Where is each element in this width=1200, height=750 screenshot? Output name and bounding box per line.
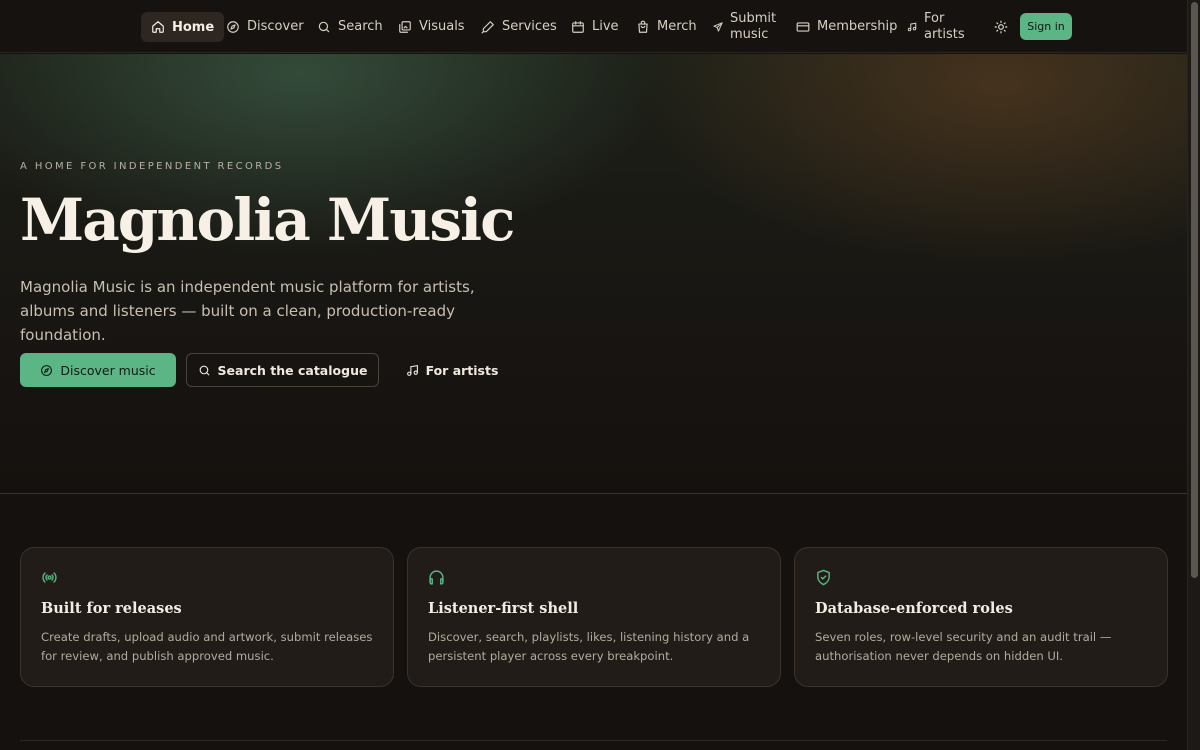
for-artists-button[interactable]: For artists — [402, 353, 502, 387]
headphones-icon — [429, 570, 444, 585]
feature-card-title: Listener-first shell — [428, 600, 579, 617]
discover-music-label: Discover music — [60, 362, 156, 378]
theme-toggle-button[interactable] — [992, 18, 1010, 36]
scrollbar-thumb[interactable] — [1191, 2, 1198, 578]
nav-visuals-label: Visuals — [419, 19, 465, 34]
nav-discover-label: Discover — [247, 19, 304, 34]
nav-for-artists[interactable]: For artists — [907, 0, 965, 53]
nav-merch[interactable]: Merch — [636, 0, 697, 53]
nav-membership-label: Membership — [817, 19, 898, 34]
feature-card-title: Database-enforced roles — [815, 600, 1013, 617]
discover-music-button[interactable]: Discover music — [20, 353, 176, 387]
feature-card-listener: Listener-first shell Discover, search, p… — [407, 547, 781, 687]
bag-icon — [638, 20, 648, 33]
nav-search[interactable]: Search — [317, 0, 383, 53]
feature-card-title: Built for releases — [41, 600, 182, 617]
nav-home[interactable]: Home — [141, 12, 225, 42]
nav-live-label: Live — [592, 19, 619, 34]
nav-membership[interactable]: Membership — [796, 0, 897, 53]
compass-icon — [227, 20, 239, 33]
images-icon — [399, 20, 411, 33]
feature-card-text: Discover, search, playlists, likes, list… — [428, 630, 750, 663]
broadcast-icon — [42, 572, 57, 583]
nav-search-label: Search — [338, 19, 383, 34]
nav-submit-music[interactable]: Submit music — [713, 0, 776, 53]
shield-check-icon — [817, 569, 830, 586]
sign-in-button[interactable]: Sign in — [1020, 13, 1072, 40]
hero-lead: Magnolia Music is an independent music p… — [20, 278, 475, 344]
nav-live[interactable]: Live — [571, 0, 619, 53]
page-scrollbar[interactable] — [1187, 0, 1200, 750]
sun-icon — [994, 20, 1008, 34]
feature-card-text: Seven roles, row-level security and an a… — [815, 630, 1112, 663]
music-note-icon — [406, 364, 418, 376]
nav-visuals[interactable]: Visuals — [398, 0, 465, 53]
hero-section: A HOME FOR INDEPENDENT RECORDS Magnolia … — [0, 54, 1187, 494]
nav-services-label: Services — [502, 19, 557, 34]
search-icon — [199, 365, 209, 375]
nav-submit-music-label: Submit music — [730, 10, 777, 42]
search-catalogue-button[interactable]: Search the catalogue — [186, 353, 379, 387]
nav-merch-label: Merch — [657, 19, 697, 34]
for-artists-label: For artists — [425, 362, 499, 378]
compass-icon — [41, 364, 53, 376]
send-icon — [713, 21, 723, 32]
top-navigation: Home Discover Search Visuals Services Li… — [0, 0, 1187, 53]
feature-card-releases: Built for releases Create drafts, upload… — [20, 547, 394, 687]
hero-eyebrow: A HOME FOR INDEPENDENT RECORDS — [20, 161, 284, 172]
nav-home-label: Home — [172, 19, 215, 35]
card-icon — [796, 21, 810, 32]
nav-discover[interactable]: Discover — [226, 0, 304, 53]
feature-card-text: Create drafts, upload audio and artwork,… — [41, 630, 373, 663]
search-catalogue-label: Search the catalogue — [217, 362, 368, 378]
page-title: Magnolia Music — [20, 186, 515, 254]
home-icon — [152, 21, 164, 33]
section-divider — [20, 740, 1167, 741]
nav-services[interactable]: Services — [481, 0, 557, 53]
music-note-icon — [907, 22, 917, 31]
calendar-icon — [572, 20, 584, 33]
pen-icon — [481, 20, 494, 33]
feature-card-roles: Database-enforced roles Seven roles, row… — [794, 547, 1168, 687]
search-icon — [318, 21, 330, 32]
nav-for-artists-label: For artists — [924, 10, 965, 42]
